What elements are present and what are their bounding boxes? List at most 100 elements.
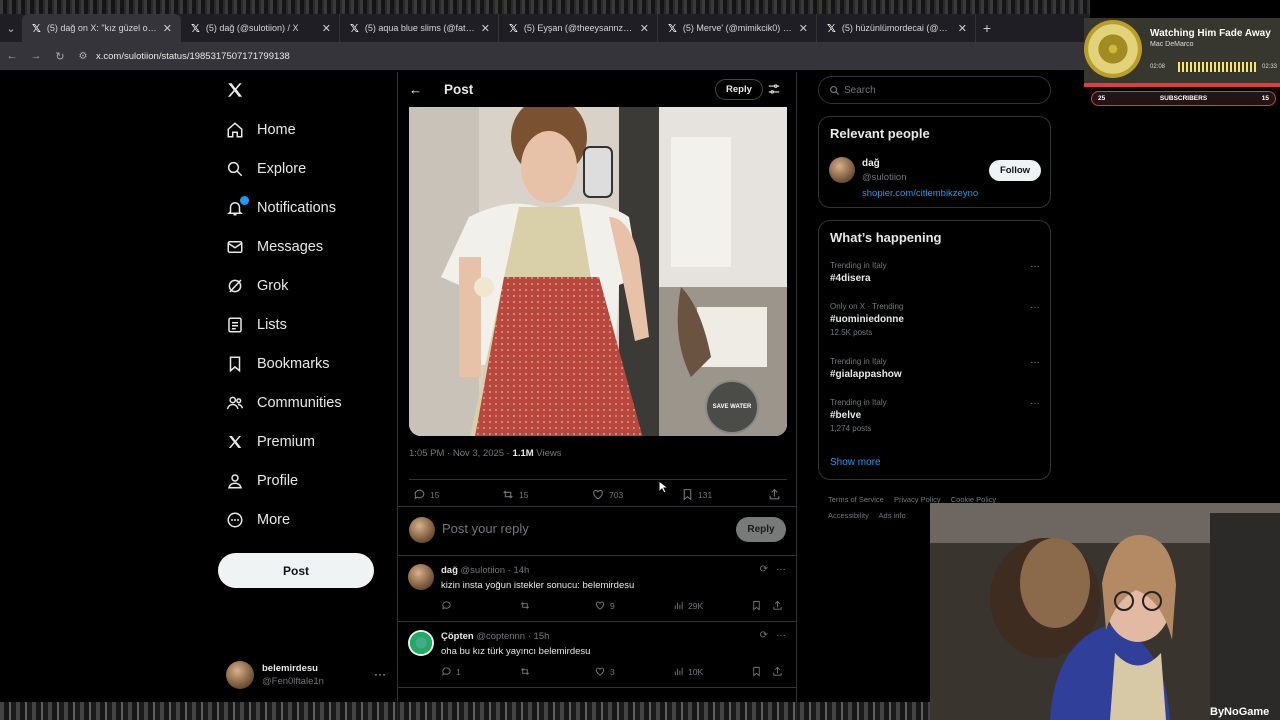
post-image[interactable]: SAVE WATER [409, 107, 787, 436]
post-date[interactable]: Nov 3, 2025 [453, 448, 504, 459]
tab-search-chevron-icon[interactable]: ⌄ [0, 14, 22, 42]
browser-tab[interactable]: 𝕏 (5) Merve' (@mimikcik0) / X ✕ [658, 14, 817, 42]
heart-icon [595, 601, 605, 610]
person-name[interactable]: dağ [862, 158, 880, 169]
footer-link[interactable]: Accessibility [828, 511, 869, 520]
trend-item[interactable]: Trending in Italy #4disera ··· [830, 261, 1040, 301]
repost-icon [503, 490, 513, 499]
bookmark-action[interactable] [751, 600, 762, 611]
reply-action[interactable]: 1 [441, 666, 461, 677]
nav-messages[interactable]: Messages [226, 232, 323, 262]
more-dots-icon[interactable]: ··· [1030, 302, 1040, 313]
like-action[interactable]: 703 [591, 488, 623, 501]
close-tab-icon[interactable]: ✕ [481, 22, 490, 35]
more-dots-icon[interactable]: ··· [374, 667, 386, 681]
share-icon [773, 666, 782, 676]
close-tab-icon[interactable]: ✕ [799, 22, 808, 35]
page-title: Post [444, 82, 474, 97]
stream-watermark: ByNoGame [1210, 706, 1270, 718]
person-bio-link[interactable]: shopier.com/citlembikzeyno [862, 188, 978, 199]
nav-premium[interactable]: Premium [226, 427, 315, 457]
reply-button[interactable]: Reply [736, 517, 786, 542]
comment-author[interactable]: dağ [441, 565, 458, 576]
repost-action[interactable] [519, 666, 535, 677]
show-more-link[interactable]: Show more [830, 457, 881, 468]
more-dots-icon[interactable]: ··· [776, 630, 786, 641]
browser-tab[interactable]: 𝕏 (5) aqua blue slims (@fatosoni ✕ [340, 14, 499, 42]
browser-tab[interactable]: 𝕏 (5) Eyşan (@theeysannz) / X ✕ [499, 14, 658, 42]
person-handle: @sulotiion [862, 172, 907, 183]
nav-explore[interactable]: Explore [226, 154, 306, 184]
nav-notifications[interactable]: Notifications [226, 193, 336, 223]
bookmark-action[interactable] [751, 666, 762, 677]
site-info-icon[interactable]: ⚙ [76, 49, 90, 63]
more-dots-icon[interactable]: ··· [1030, 261, 1040, 272]
reply-input[interactable]: Post your reply [442, 521, 529, 536]
share-action[interactable] [772, 600, 783, 611]
comment[interactable]: dağ @sulotiion · 14h kizin insta yoğun i… [398, 556, 796, 622]
follow-button[interactable]: Follow [989, 160, 1041, 181]
footer-link[interactable]: Ads info [879, 511, 906, 520]
browser-tab[interactable]: 𝕏 (5) dağ on X: "kız güzel olduğu ✕ [22, 14, 181, 42]
post-button[interactable]: Post [218, 553, 374, 588]
new-tab-button[interactable]: + [976, 14, 998, 42]
search-input[interactable]: Search [818, 76, 1051, 104]
comment[interactable]: Çöpten @coptennn · 15h oha bu kız türk y… [398, 622, 796, 688]
account-switcher[interactable]: belemirdesu @Fen0lftale1n ··· [226, 660, 386, 690]
nav-label: Messages [257, 239, 324, 255]
footer-link[interactable]: Terms of Service [828, 495, 884, 504]
avatar[interactable] [829, 157, 855, 183]
nav-more[interactable]: More [226, 505, 290, 535]
browser-tab[interactable]: 𝕏 (5) dağ (@sulotiion) / X ✕ [181, 14, 340, 42]
close-tab-icon[interactable]: ✕ [640, 22, 649, 35]
back-icon[interactable]: ← [0, 42, 24, 70]
trend-item[interactable]: Trending in Italy #gialappashow ··· [830, 357, 1040, 397]
grok-icon[interactable]: ⟳ [760, 630, 768, 641]
close-tab-icon[interactable]: ✕ [958, 22, 967, 35]
nav-communities[interactable]: Communities [226, 388, 342, 418]
like-action[interactable]: 3 [594, 666, 615, 677]
save-water-badge: SAVE WATER [712, 404, 752, 410]
nav-bookmarks[interactable]: Bookmarks [226, 349, 330, 379]
more-dots-icon[interactable]: ··· [1030, 398, 1040, 409]
repost-action[interactable] [519, 600, 535, 611]
close-tab-icon[interactable]: ✕ [163, 22, 172, 35]
nav-grok[interactable]: Grok [226, 271, 288, 301]
trend-item[interactable]: Trending in Italy #belve 1,274 posts ··· [830, 398, 1040, 438]
forward-icon[interactable]: → [24, 42, 48, 70]
nav-home[interactable]: Home [226, 115, 296, 145]
reply-header-button[interactable]: Reply [715, 79, 763, 100]
subscriber-goal: 25 SUBSCRIBERS 15 [1091, 91, 1276, 106]
tab-title: (5) dağ (@sulotiion) / X [205, 23, 299, 33]
nav-label: Home [257, 122, 296, 138]
reply-action[interactable] [441, 600, 456, 611]
views-action[interactable]: 29K [673, 600, 703, 611]
nav-profile[interactable]: Profile [226, 466, 298, 496]
x-logo-icon[interactable] [226, 81, 244, 99]
relevant-people-panel: Relevant people dağ @sulotiion shopier.c… [818, 116, 1051, 208]
more-dots-icon[interactable]: ··· [1030, 357, 1040, 368]
avatar[interactable] [408, 630, 434, 656]
back-arrow-icon[interactable]: ← [409, 82, 422, 97]
nav-lists[interactable]: Lists [226, 310, 287, 340]
more-dots-icon[interactable]: ··· [776, 564, 786, 575]
bookmark-action[interactable]: 131 [681, 488, 712, 501]
avatar[interactable] [408, 564, 434, 590]
grok-icon[interactable]: ⟳ [760, 564, 768, 575]
repost-action[interactable]: 15 [501, 488, 528, 501]
browser-tab[interactable]: 𝕏 (5) hüzünlümordecai (@melan ✕ [817, 14, 976, 42]
views-action[interactable]: 10K [673, 666, 703, 677]
sliders-icon[interactable] [767, 82, 781, 96]
like-action[interactable]: 9 [594, 600, 615, 611]
comment-author[interactable]: Çöpten [441, 631, 474, 642]
url-field[interactable]: x.com/sulotiion/status/19853175071717991… [96, 51, 290, 62]
reply-action[interactable]: 15 [413, 488, 439, 501]
reload-icon[interactable]: ↻ [48, 42, 72, 70]
person-icon [226, 472, 244, 490]
share-action[interactable] [768, 488, 781, 501]
post-time[interactable]: 1:05 PM [409, 448, 444, 459]
close-tab-icon[interactable]: ✕ [322, 22, 331, 35]
share-action[interactable] [772, 666, 783, 677]
trend-item[interactable]: Only on X · Trending #uominiedonne 12.5K p… [830, 302, 1040, 342]
trend-meta: Trending in Italy [830, 357, 887, 366]
